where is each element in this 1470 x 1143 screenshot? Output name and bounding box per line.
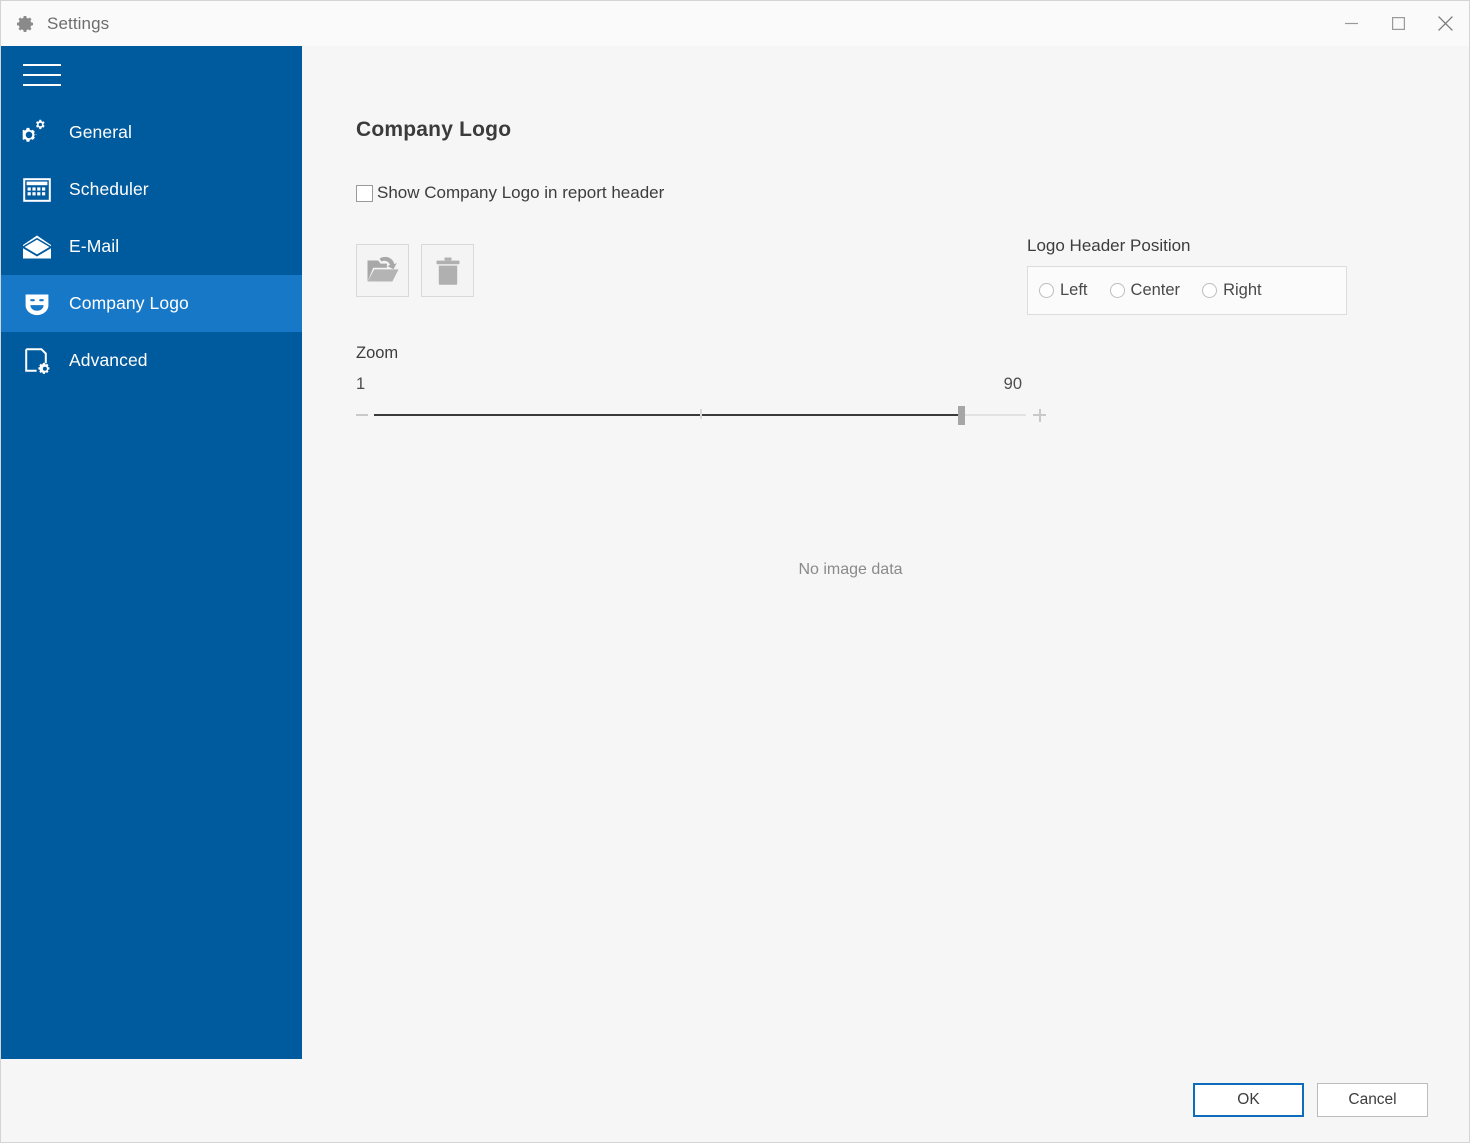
gears-icon [21,117,53,149]
zoom-slider-fill [374,414,961,416]
sidebar-item-general[interactable]: General [1,104,302,161]
radio-center-dot[interactable] [1109,283,1125,298]
mask-smiley-icon [21,288,53,320]
dialog-footer: OK Cancel [1,1057,1469,1142]
zoom-slider-thumb[interactable] [957,406,965,425]
sidebar-item-label: E-Mail [69,236,120,256]
sidebar-item-label: Company Logo [69,293,189,313]
settings-window: Settings General Scheduler E-Mail Compan… [0,0,1470,1143]
radio-center-label: Center [1130,281,1181,299]
title-bar-left: Settings [1,14,109,34]
trash-icon [435,256,461,286]
maximize-icon[interactable] [1375,1,1422,46]
sidebar-item-label: General [69,122,132,142]
window-body: General Scheduler E-Mail Company Logo Ad… [1,46,1469,1059]
radio-left-dot[interactable] [1039,283,1054,298]
zoom-slider-row[interactable] [356,404,1046,426]
ok-button[interactable]: OK [1193,1082,1304,1117]
radio-option-left[interactable]: Left [1039,281,1088,300]
open-folder-icon [366,256,399,286]
logo-header-position-box: Left Center Right [1027,266,1347,315]
radio-right-dot[interactable] [1202,283,1218,298]
main-content: Company Logo Show Company Logo in report… [302,46,1469,1057]
sidebar-item-scheduler[interactable]: Scheduler [1,161,302,218]
sidebar-item-label: Advanced [69,350,148,370]
zoom-current-value: 90 [1003,375,1022,393]
minimize-icon[interactable] [1328,1,1375,46]
zoom-label: Zoom [356,344,399,362]
open-image-button[interactable] [356,244,409,297]
sidebar-item-company-logo[interactable]: Company Logo [1,275,302,332]
page-title: Company Logo [356,118,512,141]
show-company-logo-checkbox[interactable] [356,184,373,202]
zoom-value-row: 1 90 [356,375,1046,394]
sidebar: General Scheduler E-Mail Company Logo Ad… [1,46,302,1059]
zoom-in-icon[interactable] [1033,408,1046,422]
logo-header-position-group: Logo Header Position Left Center Right [1027,236,1347,315]
close-icon[interactable] [1422,1,1469,46]
calendar-icon [21,174,53,206]
gear-icon [15,14,35,34]
zoom-out-icon[interactable] [356,414,368,416]
envelope-icon [21,231,53,263]
sidebar-item-email[interactable]: E-Mail [1,218,302,275]
show-company-logo-label: Show Company Logo in report header [377,183,665,202]
page-gear-icon [21,345,53,377]
title-bar: Settings [1,1,1469,46]
zoom-section: Zoom 1 90 [356,344,1046,426]
zoom-slider-tick [700,409,702,419]
show-company-logo-checkbox-row[interactable]: Show Company Logo in report header [356,183,664,203]
delete-image-button[interactable] [421,244,474,297]
radio-left-label: Left [1060,281,1088,299]
window-controls [1328,1,1469,46]
cancel-button[interactable]: Cancel [1317,1082,1428,1117]
radio-option-center[interactable]: Center [1109,281,1181,300]
window-title: Settings [47,13,110,33]
hamburger-icon[interactable] [1,46,302,104]
logo-header-position-label: Logo Header Position [1027,236,1191,255]
radio-right-label: Right [1223,281,1262,299]
image-preview-placeholder: No image data [798,561,903,578]
hamburger-bars [23,64,61,86]
zoom-slider[interactable] [374,404,1026,426]
sidebar-item-advanced[interactable]: Advanced [1,332,302,389]
image-toolbar [356,244,474,297]
zoom-min-value: 1 [356,375,366,393]
radio-option-right[interactable]: Right [1202,281,1262,300]
sidebar-item-label: Scheduler [69,179,149,199]
